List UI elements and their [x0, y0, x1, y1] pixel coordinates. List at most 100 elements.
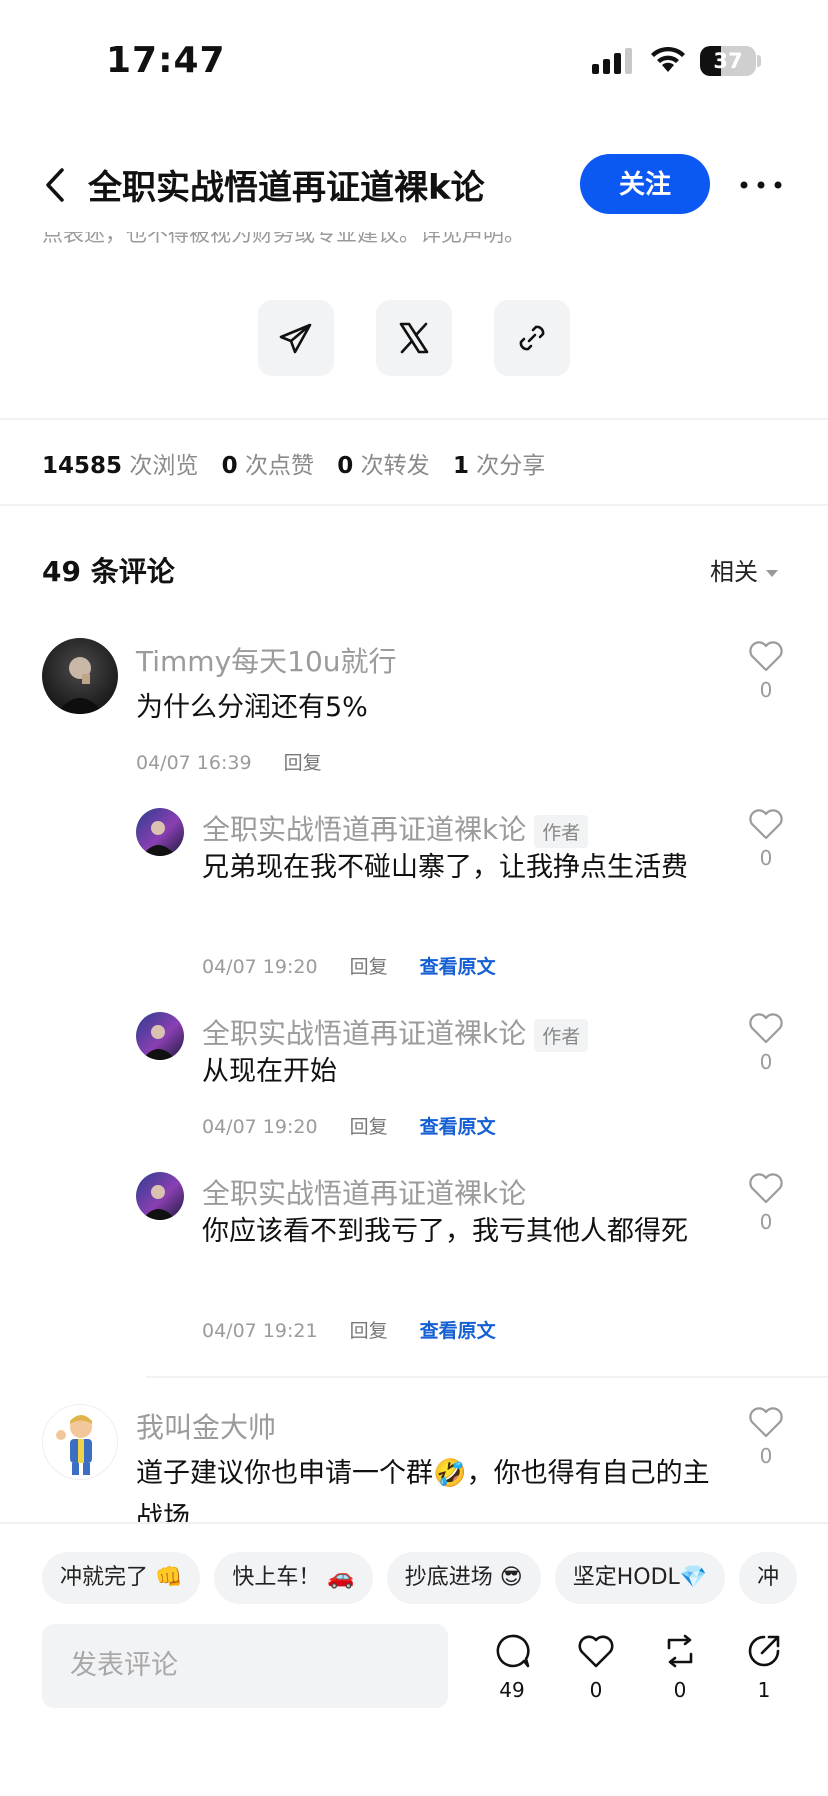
repost-action[interactable]: 0 — [650, 1632, 710, 1702]
comment-author[interactable]: 全职实战悟道再证道裸k论 — [202, 1172, 526, 1212]
comment-author[interactable]: 全职实战悟道再证道裸k论 作者 — [202, 808, 589, 848]
reposts-count: 0 — [337, 453, 354, 479]
like-button[interactable]: 0 — [746, 640, 786, 702]
quick-reply-chip[interactable]: 坚定HODL💎 — [554, 1552, 726, 1604]
avatar-image — [56, 1415, 92, 1475]
view-original-link[interactable]: 查看原文 — [420, 1116, 496, 1138]
thread-divider — [146, 1376, 828, 1378]
battery-level: 37 — [713, 49, 743, 73]
divider — [0, 418, 828, 420]
avatar[interactable] — [136, 1172, 184, 1220]
reply-button[interactable]: 回复 — [350, 1320, 388, 1342]
like-button[interactable]: 0 — [746, 1406, 786, 1468]
comment-author[interactable]: 我叫金大帅 — [136, 1406, 276, 1446]
comments-count-title: 49 条评论 — [42, 555, 175, 588]
heart-icon — [749, 641, 783, 672]
like-count: 0 — [759, 1210, 773, 1234]
avatar[interactable] — [42, 638, 118, 714]
share-telegram-button[interactable] — [258, 300, 334, 376]
comment-meta: 04/07 19:21 回复 查看原文 — [202, 1316, 496, 1343]
avatar-image — [142, 1025, 176, 1060]
share-x-button[interactable] — [376, 300, 452, 376]
avatar[interactable] — [42, 1404, 118, 1480]
comment-text: 你应该看不到我亏了，我亏其他人都得死 — [202, 1216, 688, 1247]
disclaimer-text: 点表述，也不得被视为财务或专业建议。详见声明。 — [42, 232, 525, 246]
comment-text: 兄弟现在我不碰山寨了，让我挣点生活费 — [202, 852, 688, 883]
likes-count: 0 — [221, 453, 238, 479]
comment-time: 04/07 19:20 — [202, 956, 318, 978]
avatar[interactable] — [136, 1012, 184, 1060]
comment-author[interactable]: 全职实战悟道再证道裸k论 作者 — [202, 1012, 589, 1052]
author-badge: 作者 — [534, 1018, 589, 1052]
avatar-image — [142, 1185, 176, 1220]
avatar-image — [56, 657, 104, 714]
heart-icon — [749, 1173, 783, 1204]
shares-label: 次分享 — [476, 453, 546, 479]
like-count: 0 — [759, 1050, 773, 1074]
quick-reply-chip[interactable]: 抄底进场 😎 — [386, 1552, 541, 1604]
quick-reply-chip[interactable]: 冲 — [739, 1552, 798, 1604]
back-icon[interactable] — [38, 160, 72, 210]
comment-author[interactable]: Timmy每天10u就行 — [136, 640, 397, 680]
post-stats: 14585 次浏览 0 次点赞 0 次转发 1 次分享 — [42, 446, 561, 480]
avatar[interactable] — [136, 808, 184, 856]
copy-link-button[interactable] — [494, 300, 570, 376]
likes-label: 次点赞 — [244, 453, 314, 479]
quick-reply-chips: 冲就完了 👊 快上车！ 🚗 抄底进场 😎 坚定HODL💎 冲 — [42, 1552, 811, 1604]
comment-text: 从现在开始 — [202, 1056, 337, 1087]
more-icon[interactable] — [738, 168, 784, 202]
comment-count: 49 — [499, 1678, 525, 1702]
comment-action[interactable]: 49 — [482, 1632, 542, 1702]
heart-icon — [749, 1407, 783, 1438]
sort-label: 相关 — [710, 558, 758, 586]
share-action[interactable]: 1 — [734, 1632, 794, 1702]
wifi-icon — [651, 46, 685, 72]
heart-icon — [578, 1635, 614, 1668]
comment-text: 为什么分润还有5% — [136, 692, 368, 723]
like-button[interactable]: 0 — [746, 1172, 786, 1234]
like-count: 0 — [759, 846, 773, 870]
heart-icon — [749, 1013, 783, 1044]
bottom-panel: 冲就完了 👊 快上车！ 🚗 抄底进场 😎 坚定HODL💎 冲 发表评论 49 0 0 1 — [0, 1522, 828, 1796]
page-title: 全职实战悟道再证道裸k论 — [88, 168, 485, 208]
sort-dropdown[interactable]: 相关 — [710, 552, 778, 587]
comment-input[interactable]: 发表评论 — [42, 1624, 448, 1708]
status-bar: 17:47 37 — [0, 0, 828, 110]
avatar-image — [142, 821, 176, 856]
like-action[interactable]: 0 — [566, 1632, 626, 1702]
share-count: 1 — [757, 1678, 771, 1702]
comment-meta: 04/07 16:39 回复 — [136, 748, 322, 775]
like-button[interactable]: 0 — [746, 808, 786, 870]
comment-time: 04/07 16:39 — [136, 752, 252, 774]
x-icon — [399, 322, 429, 354]
divider — [0, 504, 828, 506]
reply-button[interactable]: 回复 — [350, 956, 388, 978]
comment-icon — [496, 1634, 530, 1668]
author-badge: 作者 — [534, 814, 589, 848]
comment-time: 04/07 19:21 — [202, 1320, 318, 1342]
views-label: 次浏览 — [129, 453, 199, 479]
like-button[interactable]: 0 — [746, 1012, 786, 1074]
view-original-link[interactable]: 查看原文 — [420, 1320, 496, 1342]
quick-reply-chip[interactable]: 冲就完了 👊 — [42, 1552, 201, 1604]
follow-button[interactable]: 关注 — [580, 154, 710, 214]
reply-button[interactable]: 回复 — [284, 752, 322, 774]
views-count: 14585 — [42, 453, 123, 479]
like-count: 0 — [759, 678, 773, 702]
view-original-link[interactable]: 查看原文 — [420, 956, 496, 978]
comment-meta: 04/07 19:20 回复 查看原文 — [202, 1112, 496, 1139]
share-icon — [748, 1635, 780, 1667]
signal-icon — [592, 48, 632, 74]
shares-count: 1 — [452, 453, 469, 479]
quick-reply-chip[interactable]: 快上车！ 🚗 — [214, 1552, 373, 1604]
telegram-icon — [279, 323, 312, 354]
repost-count: 0 — [673, 1678, 687, 1702]
chevron-down-icon — [766, 569, 778, 577]
top-nav: 全职实战悟道再证道裸k论 关注 — [0, 140, 828, 230]
battery-icon: 37 — [700, 46, 756, 76]
status-time: 17:47 — [106, 40, 226, 81]
comment-meta: 04/07 19:20 回复 查看原文 — [202, 952, 496, 979]
like-count: 0 — [759, 1444, 773, 1468]
reply-button[interactable]: 回复 — [350, 1116, 388, 1138]
repost-icon — [667, 1634, 693, 1668]
